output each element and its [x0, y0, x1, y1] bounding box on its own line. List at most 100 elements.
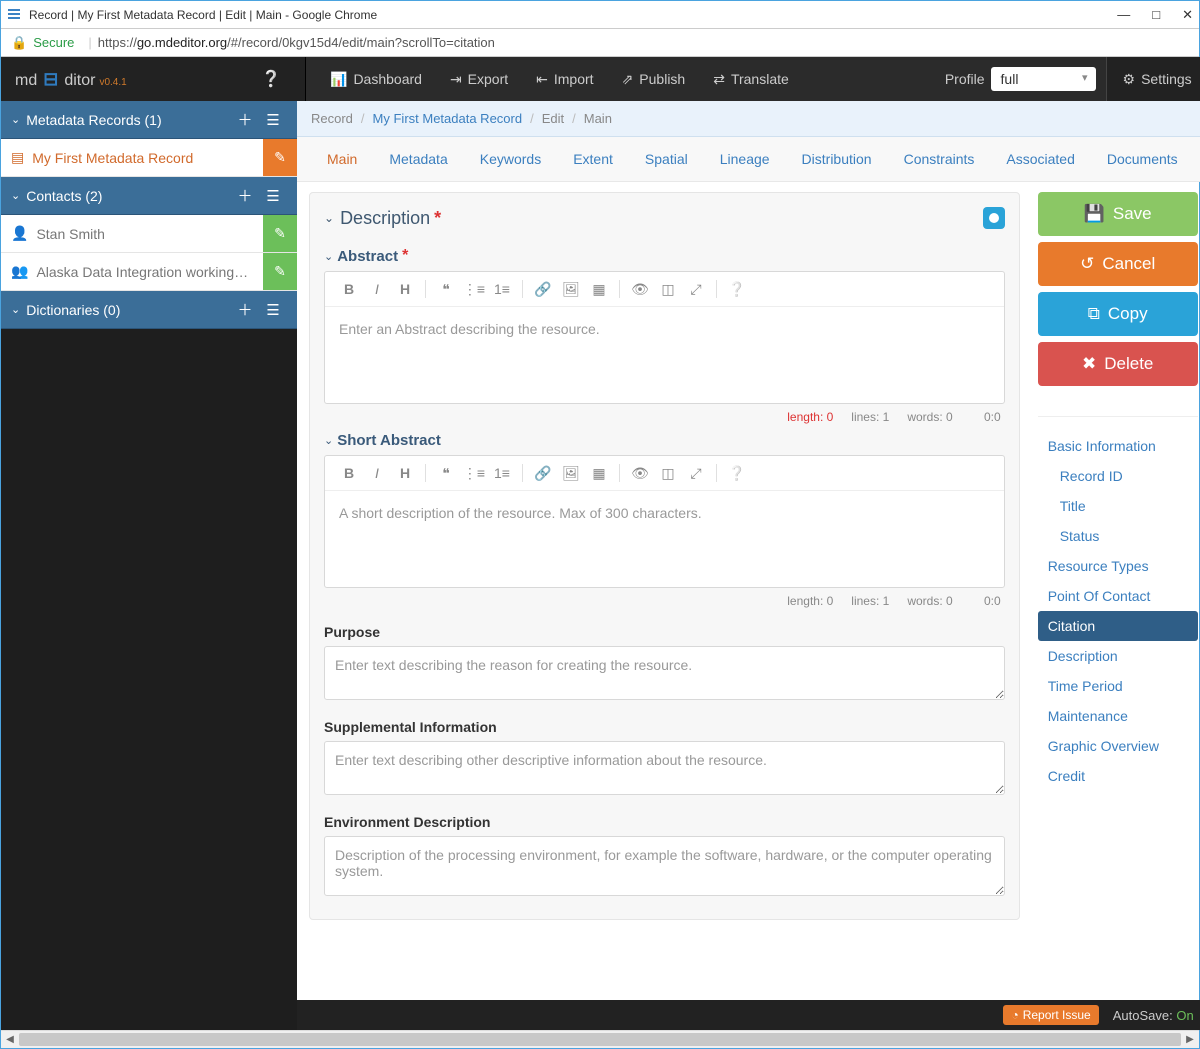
url-text[interactable]: https://go.mdeditor.org/#/record/0kgv15d…: [98, 35, 495, 50]
supplemental-field[interactable]: [324, 741, 1005, 795]
nav-translate[interactable]: ⇄Translate: [699, 57, 803, 101]
abstract-header[interactable]: ⌄Abstract*: [324, 247, 1005, 265]
delete-button[interactable]: ✖Delete: [1038, 342, 1198, 386]
profile-select[interactable]: full: [991, 67, 1096, 91]
section-nav-item[interactable]: Basic Information: [1038, 431, 1198, 461]
quote-icon[interactable]: ❝: [432, 281, 460, 298]
scroll-thumb[interactable]: [19, 1033, 1181, 1046]
preview-icon[interactable]: 👁: [626, 465, 654, 482]
fullscreen-icon[interactable]: ⤢: [682, 465, 710, 482]
italic-icon[interactable]: I: [363, 281, 391, 297]
section-nav-item[interactable]: Status: [1038, 521, 1198, 551]
description-header[interactable]: ⌄ Description *: [324, 203, 1005, 239]
nav-dashboard[interactable]: 📊Dashboard: [316, 57, 436, 101]
header-icon[interactable]: H: [391, 465, 419, 481]
link-icon[interactable]: 🔗: [529, 465, 557, 482]
tab-associated[interactable]: Associated: [990, 137, 1090, 181]
sidebar-contact-item[interactable]: 👤Stan Smith ✎: [1, 215, 297, 253]
section-nav-item[interactable]: Record ID: [1038, 461, 1198, 491]
plus-icon[interactable]: ＋: [231, 299, 259, 320]
quote-icon[interactable]: ❝: [432, 465, 460, 482]
guide-icon[interactable]: ❔: [723, 281, 751, 298]
plus-icon[interactable]: ＋: [231, 185, 259, 206]
horizontal-scrollbar[interactable]: ◀ ▶: [1, 1030, 1199, 1048]
maximize-icon[interactable]: □: [1152, 7, 1160, 23]
list-icon[interactable]: ☰: [259, 111, 287, 129]
tab-documents[interactable]: Documents: [1091, 137, 1194, 181]
purpose-field[interactable]: [324, 646, 1005, 700]
scroll-left-icon[interactable]: ◀: [1, 1031, 19, 1048]
copy-button[interactable]: ⧉Copy: [1038, 292, 1198, 336]
section-nav-item[interactable]: Graphic Overview: [1038, 731, 1198, 761]
italic-icon[interactable]: I: [363, 465, 391, 481]
header-icon[interactable]: H: [391, 281, 419, 297]
sidebar-records-header[interactable]: ⌄ Metadata Records (1) ＋ ☰: [1, 101, 297, 139]
cancel-button[interactable]: ↺Cancel: [1038, 242, 1198, 286]
tab-spatial[interactable]: Spatial: [629, 137, 704, 181]
breadcrumb-edit[interactable]: Edit: [542, 111, 564, 126]
short-abstract-header[interactable]: ⌄Short Abstract: [324, 432, 1005, 449]
pencil-icon[interactable]: ✎: [263, 253, 297, 290]
section-nav-item[interactable]: Citation: [1038, 611, 1198, 641]
ol-icon[interactable]: 1≡: [488, 281, 516, 297]
bold-icon[interactable]: B: [335, 281, 363, 297]
section-nav-item[interactable]: Description: [1038, 641, 1198, 671]
pencil-icon[interactable]: ✎: [263, 215, 297, 252]
section-nav-item[interactable]: Credit: [1038, 761, 1198, 791]
section-nav-item[interactable]: Resource Types: [1038, 551, 1198, 581]
side-by-side-icon[interactable]: ◫: [654, 281, 682, 298]
retweet-icon: ⇄: [713, 71, 725, 88]
section-nav-item[interactable]: Time Period: [1038, 671, 1198, 701]
section-nav-item[interactable]: Maintenance: [1038, 701, 1198, 731]
breadcrumb-record-name[interactable]: My First Metadata Record: [373, 111, 523, 126]
minimize-icon[interactable]: —: [1117, 7, 1130, 23]
ol-icon[interactable]: 1≡: [488, 465, 516, 481]
sidebar-dictionaries-header[interactable]: ⌄ Dictionaries (0) ＋ ☰: [1, 291, 297, 329]
nav-export[interactable]: ⇥Export: [436, 57, 522, 101]
environment-field[interactable]: [324, 836, 1005, 896]
bold-icon[interactable]: B: [335, 465, 363, 481]
breadcrumb-main: Main: [584, 111, 612, 126]
nav-publish[interactable]: ⇗Publish: [608, 57, 700, 101]
nav-import[interactable]: ⇤Import: [522, 57, 607, 101]
tab-keywords[interactable]: Keywords: [464, 137, 557, 181]
list-icon[interactable]: ☰: [259, 301, 287, 319]
tab-distribution[interactable]: Distribution: [786, 137, 888, 181]
section-nav-item[interactable]: Title: [1038, 491, 1198, 521]
chevron-down-icon: ⌄: [324, 211, 334, 225]
breadcrumb-record[interactable]: Record: [311, 111, 353, 126]
table-icon[interactable]: ▦: [585, 281, 613, 298]
image-icon[interactable]: 🖼: [557, 281, 585, 298]
image-icon[interactable]: 🖼: [557, 465, 585, 482]
ul-icon[interactable]: ⋮≡: [460, 465, 488, 482]
section-nav-item[interactable]: Point Of Contact: [1038, 581, 1198, 611]
close-icon[interactable]: ✕: [1182, 7, 1193, 23]
tab-extent[interactable]: Extent: [557, 137, 629, 181]
preview-icon[interactable]: 👁: [626, 281, 654, 298]
short-abstract-textarea[interactable]: A short description of the resource. Max…: [325, 491, 1004, 587]
tab-metadata[interactable]: Metadata: [373, 137, 463, 181]
nav-settings[interactable]: ⚙Settings: [1107, 71, 1200, 88]
table-icon[interactable]: ▦: [585, 465, 613, 482]
side-by-side-icon[interactable]: ◫: [654, 465, 682, 482]
address-bar: 🔒 Secure | https://go.mdeditor.org/#/rec…: [1, 29, 1199, 57]
tab-main[interactable]: Main: [311, 137, 373, 181]
plus-icon[interactable]: ＋: [231, 109, 259, 130]
scroll-target-icon[interactable]: [983, 207, 1005, 229]
sidebar-record-item[interactable]: ▤My First Metadata Record ✎: [1, 139, 297, 177]
report-issue-button[interactable]: ◔Report Issue: [1003, 1005, 1098, 1025]
link-icon[interactable]: 🔗: [529, 281, 557, 298]
sidebar-contacts-header[interactable]: ⌄ Contacts (2) ＋ ☰: [1, 177, 297, 215]
tab-lineage[interactable]: Lineage: [704, 137, 786, 181]
list-icon[interactable]: ☰: [259, 187, 287, 205]
save-button[interactable]: 💾Save: [1038, 192, 1198, 236]
scroll-right-icon[interactable]: ▶: [1181, 1031, 1199, 1048]
ul-icon[interactable]: ⋮≡: [460, 281, 488, 298]
pencil-icon[interactable]: ✎: [263, 139, 297, 176]
help-icon[interactable]: ❔: [259, 69, 283, 89]
guide-icon[interactable]: ❔: [723, 465, 751, 482]
abstract-textarea[interactable]: Enter an Abstract describing the resourc…: [325, 307, 1004, 403]
fullscreen-icon[interactable]: ⤢: [682, 281, 710, 298]
tab-constraints[interactable]: Constraints: [888, 137, 991, 181]
sidebar-contact-item[interactable]: 👥Alaska Data Integration working… ✎: [1, 253, 297, 291]
